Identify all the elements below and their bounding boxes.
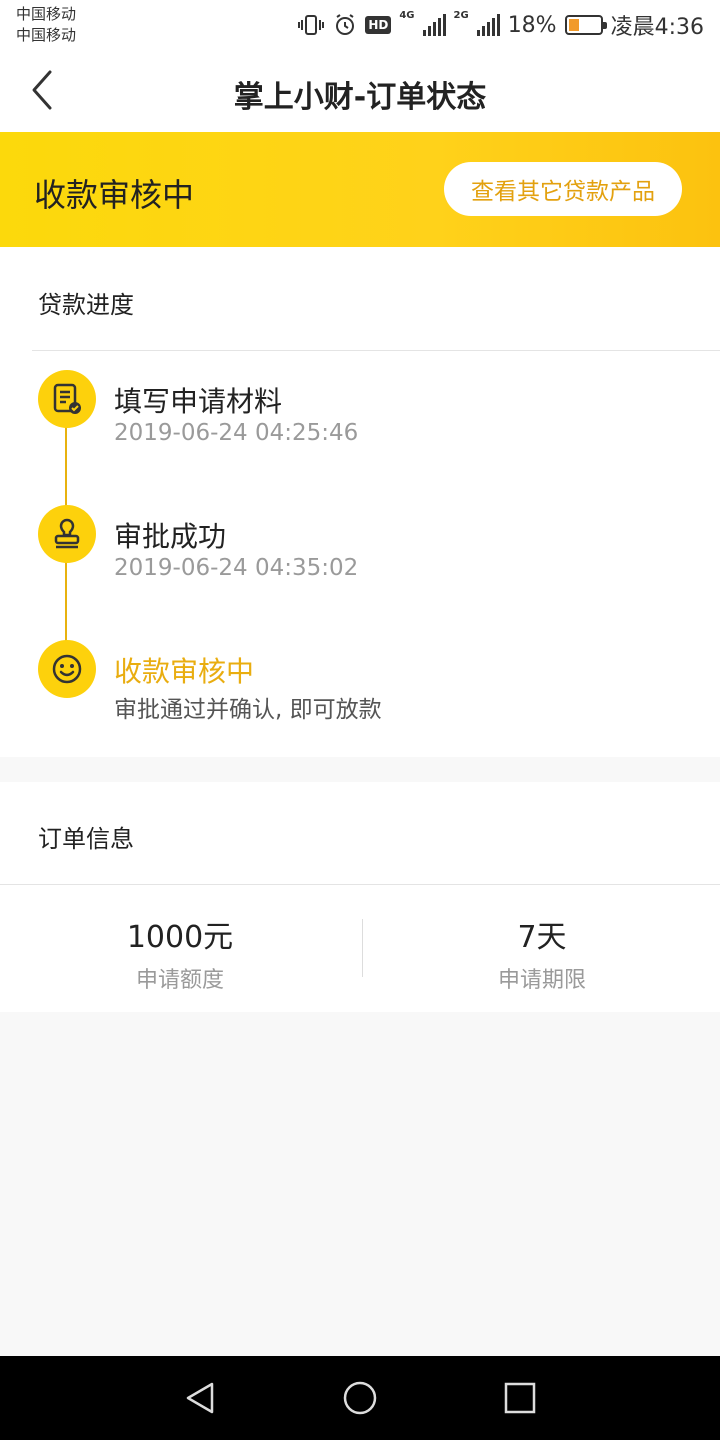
term-value: 7天 <box>517 920 567 955</box>
document-check-icon <box>53 383 81 414</box>
amount-label: 申请额度 <box>135 968 224 993</box>
order-info-card: 订单信息 1000元 申请额度 7天 申请期限 <box>0 782 720 1012</box>
amount-block: 1000元 申请额度 <box>0 912 360 994</box>
back-triangle-icon[interactable] <box>182 1380 218 1416</box>
divider <box>32 350 720 351</box>
timeline-step-1-time: 2019-06-24 04:25:46 <box>114 420 359 446</box>
recents-square-icon[interactable] <box>502 1380 538 1416</box>
network-type-2: 2G <box>453 10 469 21</box>
nav-bar: 掌上小财-订单状态 <box>0 50 720 132</box>
section-title-progress: 贷款进度 <box>38 291 134 319</box>
timeline-step-1-title: 填写申请材料 <box>114 385 283 418</box>
timeline-step-1-marker <box>38 370 96 428</box>
timeline-step-2-time: 2019-06-24 04:35:02 <box>114 555 359 581</box>
battery-icon <box>564 15 607 35</box>
alarm-icon <box>336 14 355 35</box>
timeline-step-2-marker <box>38 505 96 563</box>
page-title: 掌上小财-订单状态 <box>233 80 487 115</box>
order-status-text: 收款审核中 <box>34 176 195 214</box>
clock: 凌晨4:36 <box>610 15 704 40</box>
amount-value: 1000元 <box>126 920 234 955</box>
status-indicators: HD 4G 2G 18% 凌晨4:36 <box>297 10 704 40</box>
network-type-1: 4G <box>399 10 415 21</box>
signal-icon <box>422 14 446 36</box>
hd-icon: HD <box>365 16 392 34</box>
timeline-step-3-marker <box>38 640 96 698</box>
section-title-order-info: 订单信息 <box>38 825 134 853</box>
divider <box>0 884 720 885</box>
term-label: 申请期限 <box>497 968 586 993</box>
term-block: 7天 申请期限 <box>362 912 720 994</box>
carrier-labels: 中国移动 中国移动 <box>16 4 76 46</box>
view-other-products-button[interactable]: 查看其它贷款产品 <box>444 162 682 216</box>
battery-percent: 18% <box>507 12 557 38</box>
timeline-step-2-title: 审批成功 <box>114 520 227 553</box>
smile-icon <box>52 654 82 684</box>
carrier-label-2: 中国移动 <box>16 26 77 44</box>
status-banner: 收款审核中 查看其它贷款产品 <box>0 132 720 247</box>
stamp-icon <box>54 518 80 549</box>
status-bar: 中国移动 中国移动 HD 4G 2G 18% 凌晨4:36 <box>0 0 720 50</box>
signal-icon-2 <box>476 14 500 36</box>
loan-progress-card: 贷款进度 填写申请材料 2019-06-24 04:25:46 审批成功 201… <box>0 247 720 757</box>
system-nav-bar <box>0 1356 720 1440</box>
timeline-step-3-title: 收款审核中 <box>114 655 255 688</box>
home-circle-icon[interactable] <box>342 1380 378 1416</box>
timeline-step-3-description: 审批通过并确认, 即可放款 <box>114 697 382 723</box>
carrier-label-1: 中国移动 <box>16 5 77 23</box>
vibrate-icon <box>298 15 325 35</box>
